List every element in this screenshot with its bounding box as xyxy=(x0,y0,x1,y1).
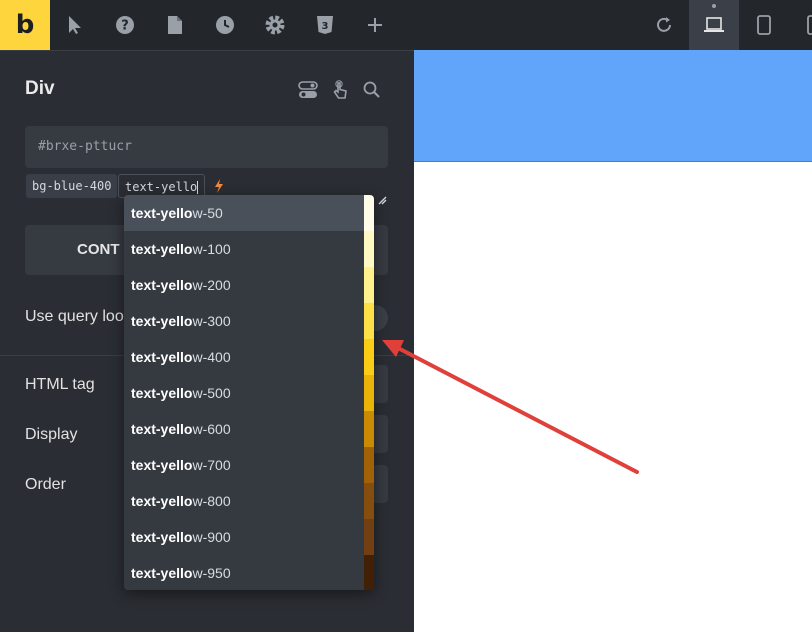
plus-icon[interactable] xyxy=(362,12,388,38)
color-swatch xyxy=(364,411,374,447)
color-swatch xyxy=(364,339,374,375)
class-chip[interactable]: bg-blue-400 xyxy=(26,174,118,198)
color-swatch xyxy=(364,375,374,411)
option-rest: w-600 xyxy=(192,421,231,437)
panel-title: Div xyxy=(25,78,55,99)
css-selector-input[interactable]: #brxe-pttucr xyxy=(25,126,388,168)
active-dot xyxy=(712,4,716,8)
color-swatch xyxy=(364,303,374,339)
option-match: text-yello xyxy=(131,349,193,365)
page-icon[interactable] xyxy=(162,12,188,38)
color-swatch xyxy=(364,267,374,303)
option-rest: w-950 xyxy=(192,565,231,581)
pointer-hand-icon[interactable] xyxy=(330,80,352,102)
autocomplete-option[interactable]: text-yellow-700 xyxy=(124,447,364,483)
color-swatch xyxy=(364,483,374,519)
tablet-icon[interactable] xyxy=(751,12,777,38)
option-match: text-yello xyxy=(131,241,193,257)
history-icon[interactable] xyxy=(212,12,238,38)
option-rest: w-200 xyxy=(192,277,231,293)
color-swatch xyxy=(364,447,374,483)
autocomplete-option[interactable]: text-yellow-600 xyxy=(124,411,364,447)
html-tag-label: HTML tag xyxy=(25,376,95,393)
resize-handle-icon[interactable] xyxy=(377,192,387,205)
option-match: text-yello xyxy=(131,277,193,293)
autocomplete-option[interactable]: text-yellow-950 xyxy=(124,555,364,590)
logo-letter: b xyxy=(15,10,35,40)
laptop-device-button[interactable] xyxy=(689,0,739,50)
autocomplete-option[interactable]: text-yellow-100 xyxy=(124,231,364,267)
option-match: text-yello xyxy=(131,457,193,473)
autocomplete-option[interactable]: text-yellow-900 xyxy=(124,519,364,555)
option-match: text-yello xyxy=(131,565,193,581)
option-rest: w-400 xyxy=(192,349,231,365)
autocomplete-option[interactable]: text-yellow-400 xyxy=(124,339,364,375)
autocomplete-option[interactable]: text-yellow-50 xyxy=(124,195,364,231)
settings-icon[interactable] xyxy=(262,12,288,38)
svg-text:?: ? xyxy=(121,19,129,34)
color-swatch xyxy=(364,555,374,590)
color-swatch xyxy=(364,519,374,555)
option-rest: w-800 xyxy=(192,493,231,509)
option-match: text-yello xyxy=(131,313,193,329)
option-match: text-yello xyxy=(131,421,193,437)
css3-icon[interactable]: 3 xyxy=(312,12,338,38)
option-rest: w-300 xyxy=(192,313,231,329)
search-icon[interactable] xyxy=(362,80,384,102)
option-rest: w-900 xyxy=(192,529,231,545)
laptop-icon xyxy=(702,12,726,41)
canvas-blue-section[interactable] xyxy=(414,50,812,162)
top-toolbar: b ? 3 xyxy=(0,0,812,50)
autocomplete-option[interactable]: text-yellow-800 xyxy=(124,483,364,519)
autocomplete-option[interactable]: text-yellow-200 xyxy=(124,267,364,303)
reload-icon[interactable] xyxy=(651,12,677,38)
class-autocomplete-dropdown: text-yellow-50 text-yellow-100 text-yell… xyxy=(124,195,374,590)
class-input-value: text-yello xyxy=(125,180,198,194)
color-swatch xyxy=(364,231,374,267)
toggle-settings-icon[interactable] xyxy=(298,80,320,102)
cursor-icon[interactable] xyxy=(62,12,88,38)
option-rest: w-50 xyxy=(192,205,223,221)
help-icon[interactable]: ? xyxy=(112,12,138,38)
autocomplete-option[interactable]: text-yellow-300 xyxy=(124,303,364,339)
option-match: text-yello xyxy=(131,529,193,545)
display-label: Display xyxy=(25,426,78,443)
order-label: Order xyxy=(25,476,66,493)
svg-text:3: 3 xyxy=(322,21,329,32)
option-match: text-yello xyxy=(131,385,193,401)
option-rest: w-500 xyxy=(192,385,231,401)
bolt-icon[interactable] xyxy=(213,178,225,194)
option-rest: w-100 xyxy=(192,241,231,257)
bricks-logo[interactable]: b xyxy=(0,0,50,50)
query-loop-label: Use query loo xyxy=(25,308,124,325)
text-cursor xyxy=(197,181,199,194)
option-match: text-yello xyxy=(131,205,193,221)
mobile-icon[interactable] xyxy=(800,12,812,38)
option-rest: w-700 xyxy=(192,457,231,473)
color-swatch xyxy=(364,195,374,231)
autocomplete-option[interactable]: text-yellow-500 xyxy=(124,375,364,411)
option-match: text-yello xyxy=(131,493,193,509)
